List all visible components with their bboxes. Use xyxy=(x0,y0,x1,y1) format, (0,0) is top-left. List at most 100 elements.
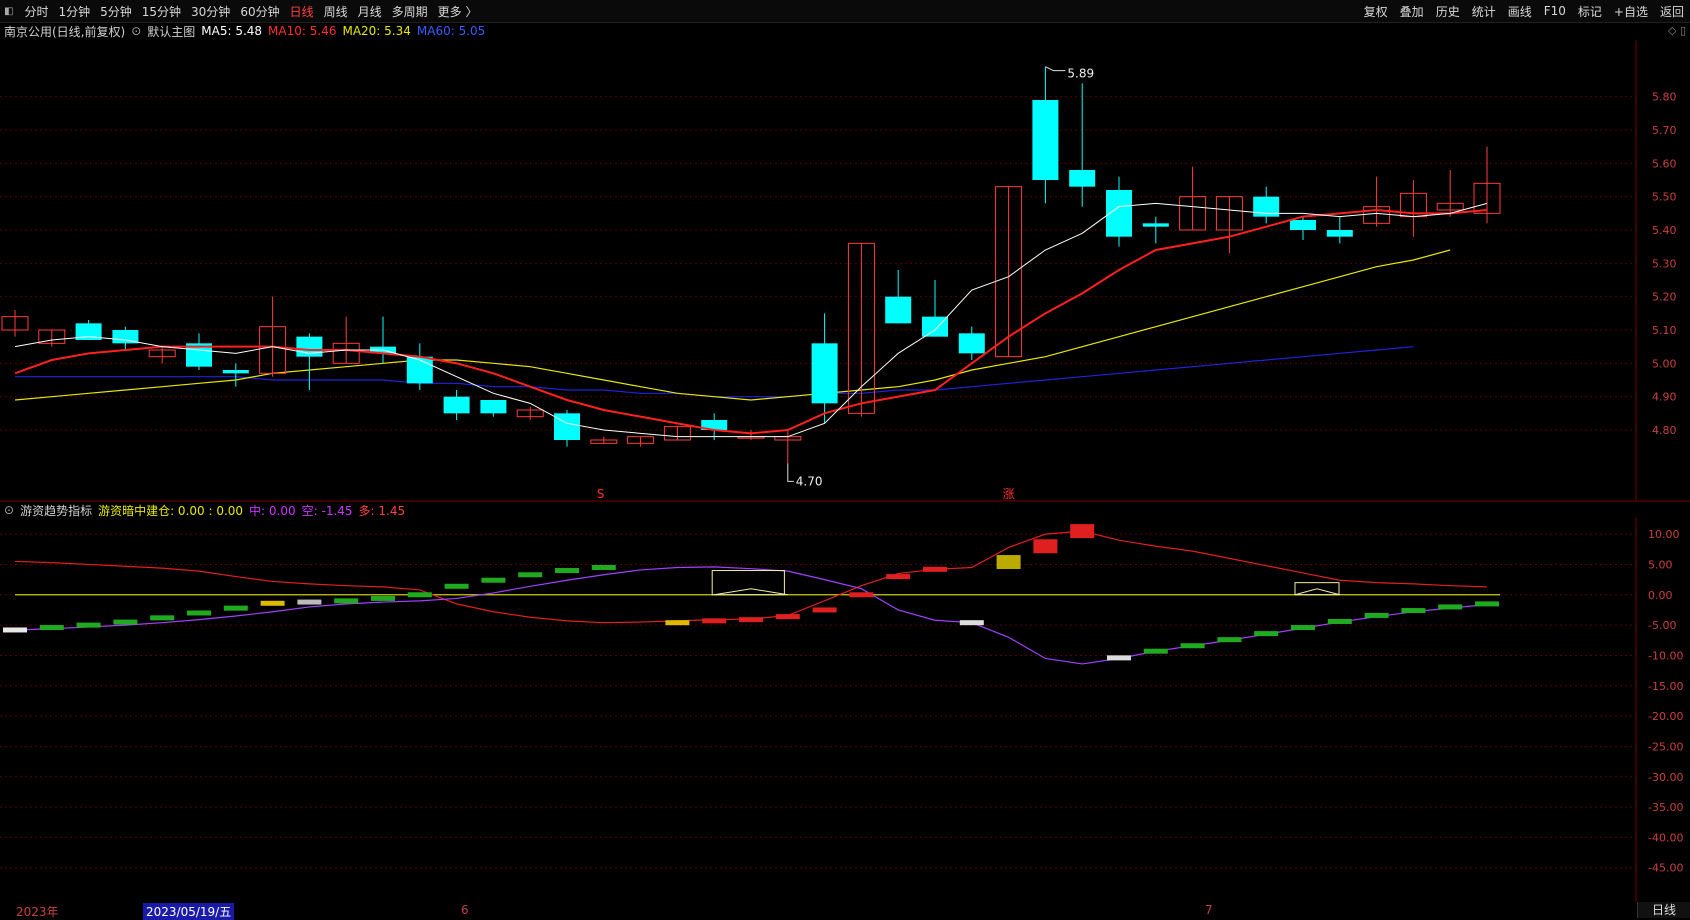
window-controls[interactable]: ◇ ▯ xyxy=(1668,24,1686,37)
period-tab[interactable]: 30分钟 xyxy=(186,3,235,20)
candle-body xyxy=(554,413,580,440)
short-line xyxy=(14,566,1488,665)
indicator-bar xyxy=(775,614,800,620)
price-tick: 4.90 xyxy=(1652,391,1677,404)
period-tab[interactable]: 周线 xyxy=(319,3,353,20)
tool-button[interactable]: F10 xyxy=(1538,4,1572,18)
indicator-bar xyxy=(1327,618,1352,624)
indicator-bar xyxy=(996,555,1021,570)
indicator-bar xyxy=(223,605,248,611)
stock-title[interactable]: 南京公用(日线,前复权) xyxy=(4,23,125,40)
price-tick: 5.20 xyxy=(1652,291,1677,304)
tool-buttons: 复权 叠加 历史 统计 画线 F10 标记 +自选 返回 xyxy=(1358,0,1690,22)
period-button[interactable]: 日线 xyxy=(1637,902,1690,918)
indicator-title[interactable]: 游资趋势指标 xyxy=(20,502,92,519)
ma20-label: MA20: 5.34 xyxy=(342,24,411,38)
period-tab[interactable]: 5分钟 xyxy=(95,3,137,20)
price-tick: 5.00 xyxy=(1652,357,1677,370)
price-tick: 5.50 xyxy=(1652,191,1677,204)
tool-button[interactable]: +自选 xyxy=(1608,3,1654,20)
period-tab[interactable]: 更多 〉 xyxy=(433,3,483,20)
indicator-bar xyxy=(665,620,690,626)
indicator-bar xyxy=(3,627,27,633)
theme-label[interactable]: 默认主图 xyxy=(147,23,195,40)
indicator-bar xyxy=(555,568,579,574)
tool-button[interactable]: 统计 xyxy=(1466,3,1502,20)
tool-button[interactable]: 历史 xyxy=(1430,3,1466,20)
indicator-bar xyxy=(1475,601,1499,607)
indicator-bar xyxy=(334,598,359,604)
candle-body xyxy=(480,400,507,414)
indicator-bar xyxy=(150,615,175,621)
ma10-label: MA10: 5.46 xyxy=(268,24,337,38)
cursor-date: 2023/05/19/五 xyxy=(143,903,235,920)
ma5-label: MA5: 5.48 xyxy=(201,24,263,38)
period-tab[interactable]: 多周期 xyxy=(387,3,433,20)
candle-body xyxy=(1290,220,1316,230)
candle-body xyxy=(1326,230,1353,237)
indicator-bar xyxy=(739,617,763,623)
short-label: 空: -1.45 xyxy=(301,503,353,518)
candle-body xyxy=(1069,170,1096,187)
price-tick: 5.10 xyxy=(1652,324,1677,337)
settings-icon[interactable]: ⊙ xyxy=(4,503,14,517)
long-label: 多: 1.45 xyxy=(358,503,406,518)
indicator-bar xyxy=(1180,643,1205,649)
indicator-tick: -25.00 xyxy=(1648,740,1683,753)
zone-mark xyxy=(714,588,788,596)
time-axis: 2023年 2023/05/19/五 6 7 日线 xyxy=(0,902,1690,920)
candlestick-chart[interactable]: 5.80 5.70 5.60 5.50 5.40 5.30 5.20 5.10 5.00 4.90… xyxy=(0,40,1690,502)
low-label: 4.70 xyxy=(796,474,823,488)
indicator-tick: -10.00 xyxy=(1648,649,1683,662)
indicator-tick: -15.00 xyxy=(1648,680,1683,693)
candle-body xyxy=(811,343,838,404)
period-tab[interactable]: 分时 xyxy=(19,3,53,20)
month-label: 6 xyxy=(461,903,469,917)
indicator-bar xyxy=(1364,612,1389,618)
tool-button[interactable]: 复权 xyxy=(1358,3,1394,20)
price-tick: 5.70 xyxy=(1652,124,1677,137)
indicator-tick: -35.00 xyxy=(1648,801,1683,814)
indicator-bar xyxy=(260,600,285,606)
price-tick: 5.60 xyxy=(1652,157,1677,170)
indicator-bar xyxy=(481,577,506,583)
period-tab[interactable]: 月线 xyxy=(353,3,387,20)
price-tick: 4.80 xyxy=(1652,424,1677,437)
period-tab[interactable]: 60分钟 xyxy=(235,3,284,20)
indicator-bar xyxy=(113,619,138,625)
indicator-bar xyxy=(812,607,837,613)
indicator-bar xyxy=(518,572,543,578)
indicator-tick: 5.00 xyxy=(1648,558,1673,571)
indicator-bar xyxy=(1033,539,1058,554)
indicator-bar xyxy=(591,564,616,570)
tool-button[interactable]: 标记 xyxy=(1572,3,1608,20)
settings-icon[interactable]: ⊙ xyxy=(131,24,141,38)
candle-body xyxy=(443,396,470,414)
indicator-bar xyxy=(371,595,395,601)
period-tabs: ◧ 分时 1分钟 5分钟 15分钟 30分钟 60分钟 日线 周线 月线 多周期 更多 〉 xyxy=(0,0,482,22)
candle-body xyxy=(885,296,912,324)
indicator-legend: ⊙ 游资趋势指标 游资暗中建仓: 0.00 : 0.00 中: 0.00 空: … xyxy=(4,502,411,518)
indicator-bar xyxy=(407,592,432,598)
candle-body xyxy=(222,370,249,374)
indicator-bar xyxy=(1401,608,1426,614)
main-chart-legend: 南京公用(日线,前复权) ⊙ 默认主图 MA5: 5.48 MA10: 5.46… xyxy=(4,23,491,39)
period-tab[interactable]: 日线 xyxy=(285,3,319,20)
indicator-bar xyxy=(1291,625,1315,631)
low-pointer xyxy=(787,463,794,482)
indicator-chart[interactable]: 10.00 5.00 0.00 -5.00 -10.00 -15.00 -20.00 -25.… xyxy=(0,518,1690,902)
high-pointer xyxy=(1045,66,1066,72)
period-tab[interactable]: 1分钟 xyxy=(53,3,95,20)
indicator-tick: -40.00 xyxy=(1648,831,1683,844)
indicator-bar xyxy=(923,566,947,572)
tool-button[interactable]: 叠加 xyxy=(1394,3,1430,20)
collapse-icon[interactable]: ◧ xyxy=(0,6,19,17)
indicator-bar xyxy=(886,574,911,580)
indicator-tick: -45.00 xyxy=(1648,862,1683,875)
indicator-bar xyxy=(1143,648,1168,654)
price-tick: 5.40 xyxy=(1652,224,1677,237)
price-tick: 5.30 xyxy=(1652,257,1677,270)
tool-button[interactable]: 画线 xyxy=(1502,3,1538,20)
tool-button[interactable]: 返回 xyxy=(1654,3,1690,20)
period-tab[interactable]: 15分钟 xyxy=(137,3,186,20)
